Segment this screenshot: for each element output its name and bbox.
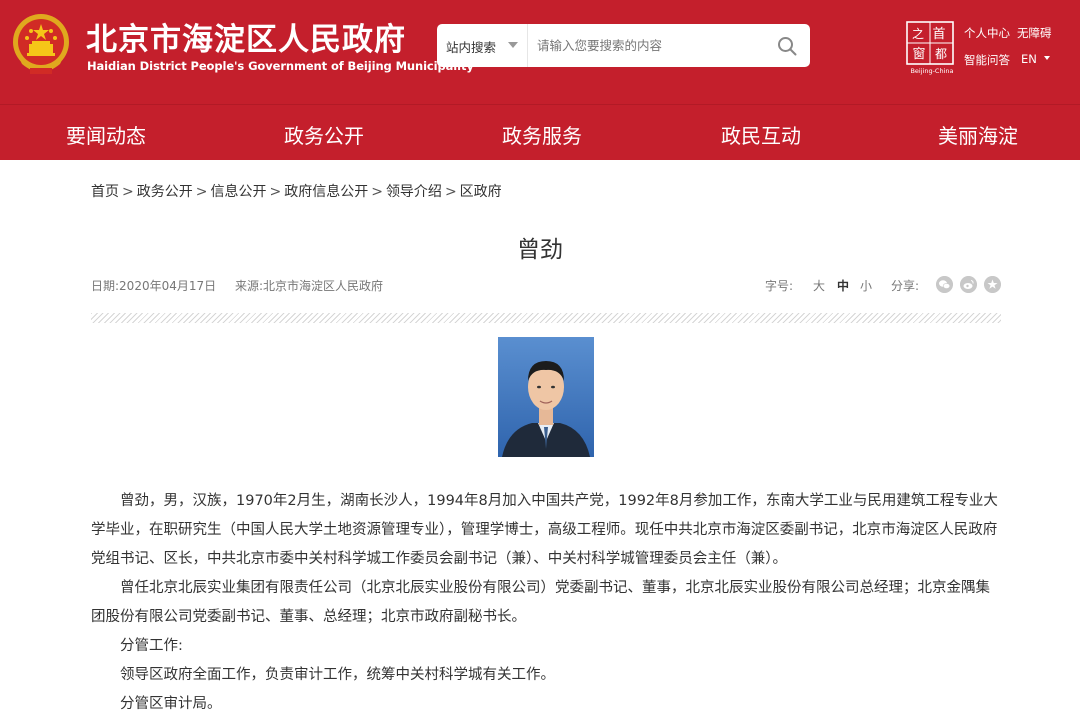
svg-text:首: 首 <box>932 27 945 42</box>
search-input[interactable] <box>529 24 769 67</box>
accessibility-link[interactable]: 无障碍 <box>1017 25 1052 41</box>
breadcrumb-info-disclosure[interactable]: 信息公开 <box>210 184 266 200</box>
nav-item-gov-affairs[interactable]: 政务公开 <box>284 120 364 149</box>
wechat-icon[interactable] <box>936 276 953 293</box>
chevron-down-icon <box>508 42 518 48</box>
article-body: 曾劲，男，汉族，1970年2月生，湖南长沙人，1994年8月加入中国共产党，19… <box>91 487 1003 719</box>
font-size-medium[interactable]: 中 <box>837 277 849 294</box>
breadcrumb-gov-info-disclosure[interactable]: 政府信息公开 <box>284 184 368 200</box>
breadcrumb-district-gov[interactable]: 区政府 <box>460 184 502 200</box>
font-size-large[interactable]: 大 <box>813 277 825 294</box>
language-switch[interactable]: EN <box>1021 52 1037 66</box>
site-subtitle: Haidian District People's Government of … <box>87 59 474 73</box>
breadcrumb-separator: > <box>122 184 134 200</box>
breadcrumb-leaders[interactable]: 领导介绍 <box>386 184 442 200</box>
article-paragraph: 领导区政府全面工作，负责审计工作，统筹中关村科学城有关工作。 <box>120 667 555 683</box>
article-paragraph: 曾劲，男，汉族，1970年2月生，湖南长沙人，1994年8月加入中国共产党，19… <box>91 493 998 567</box>
chevron-down-icon <box>1044 56 1050 60</box>
svg-text:都: 都 <box>935 47 947 61</box>
article-source: 来源:北京市海淀区人民政府 <box>234 279 383 293</box>
weibo-icon[interactable] <box>960 276 977 293</box>
svg-text:之: 之 <box>912 27 924 41</box>
search-scope-dropdown[interactable]: 站内搜索 <box>437 24 528 67</box>
svg-text:窗: 窗 <box>912 46 925 62</box>
article-meta: 日期:2020年04月17日 来源:北京市海淀区人民政府 <box>91 277 383 294</box>
article-title: 曾劲 <box>517 237 563 263</box>
breadcrumb-home[interactable]: 首页 <box>91 184 119 200</box>
nav-item-interaction[interactable]: 政民互动 <box>721 120 801 149</box>
divider <box>91 313 1001 323</box>
national-emblem-icon[interactable] <box>10 12 72 78</box>
article-date: 日期:2020年04月17日 <box>91 279 217 293</box>
search-icon[interactable] <box>775 34 799 58</box>
article-paragraph: 曾任北京北辰实业集团有限责任公司（北京北辰实业股份有限公司）党委副书记、董事，北… <box>91 580 990 625</box>
article-paragraph: 分管工作: <box>120 638 183 654</box>
article-paragraph: 分管区审计局。 <box>120 696 222 712</box>
leader-portrait <box>498 337 594 457</box>
nav-item-gov-services[interactable]: 政务服务 <box>502 120 582 149</box>
nav-item-beautiful-haidian[interactable]: 美丽海淀 <box>938 120 1018 149</box>
share-label: 分享: <box>891 279 920 293</box>
nav-item-news[interactable]: 要闻动态 <box>66 120 146 149</box>
breadcrumb: 首页 > 政务公开 > 信息公开 > 政府信息公开 > 领导介绍 > 区政府 <box>91 181 502 201</box>
personal-center-link[interactable]: 个人中心 <box>964 25 1010 41</box>
site-title[interactable]: 北京市海淀区人民政府 <box>86 14 406 59</box>
breadcrumb-separator: > <box>444 184 457 200</box>
site-header: 北京市海淀区人民政府 Haidian District People's Gov… <box>0 0 1080 104</box>
capital-logo-caption: Beijing-China <box>910 67 954 75</box>
breadcrumb-separator: > <box>195 184 208 200</box>
font-size-label: 字号: <box>765 279 794 293</box>
search-scope-label: 站内搜索 <box>446 40 497 55</box>
smart-qa-link[interactable]: 智能问答 <box>964 52 1010 68</box>
favorite-icon[interactable] <box>984 276 1001 293</box>
font-size-small[interactable]: 小 <box>860 277 872 294</box>
breadcrumb-gov-affairs[interactable]: 政务公开 <box>137 184 193 200</box>
breadcrumb-separator: > <box>269 184 282 200</box>
main-nav: 要闻动态 政务公开 政务服务 政民互动 美丽海淀 <box>0 104 1080 160</box>
search-box: 站内搜索 <box>437 24 810 67</box>
breadcrumb-separator: > <box>371 184 383 200</box>
